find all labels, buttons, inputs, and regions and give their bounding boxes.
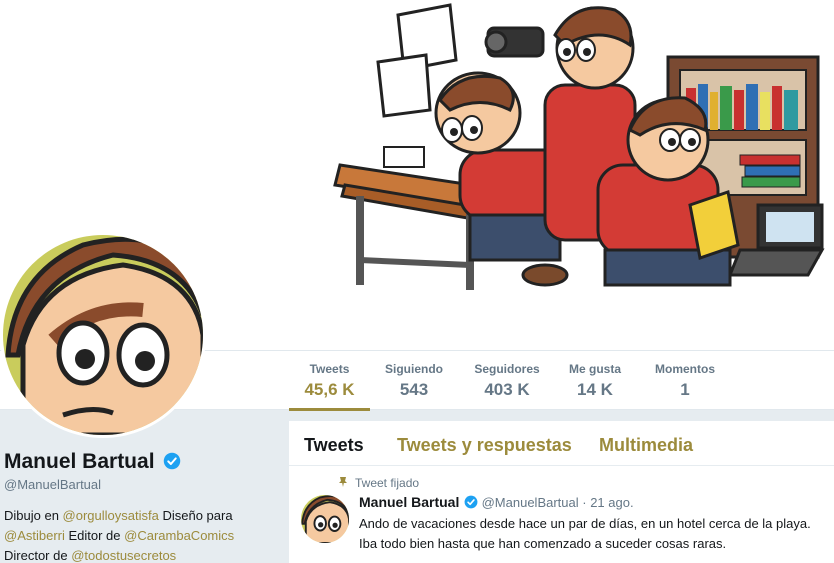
stat-label: Seguidores — [474, 362, 540, 376]
stat-label: Me gusta — [568, 362, 621, 376]
stat-moments[interactable]: Momentos 1 — [648, 361, 722, 411]
stat-label: Siguiendo — [385, 362, 443, 376]
stat-value: 403 K — [484, 380, 530, 399]
stat-value: 45,6 K — [304, 380, 355, 399]
profile-handle[interactable]: @ManuelBartual — [4, 477, 101, 492]
stat-following[interactable]: Siguiendo 543 — [380, 361, 448, 411]
avatar-image — [3, 235, 203, 435]
stat-likes[interactable]: Me gusta 14 K — [562, 361, 628, 411]
bio-link[interactable]: @todostusecretos — [71, 548, 176, 563]
stat-value: 14 K — [577, 380, 613, 399]
tab-tweets-replies[interactable]: Tweets y respuestas — [397, 435, 572, 456]
stat-value: 543 — [399, 380, 429, 399]
bio-link[interactable]: @orgulloysatisfa — [63, 508, 159, 523]
tweet-author-handle[interactable]: @ManuelBartual — [482, 495, 579, 510]
pinned-text: Tweet fijado — [355, 476, 420, 490]
profile-avatar[interactable] — [0, 232, 206, 438]
bio-link[interactable]: @Astiberri — [4, 528, 65, 543]
timeline: Tweets Tweets y respuestas Multimedia Tw… — [289, 421, 834, 563]
tab-tweets[interactable]: Tweets — [304, 435, 364, 456]
profile-bio: Dibujo en @orgulloysatisfa Diseño para @… — [4, 506, 284, 563]
tweet-text: Ando de vacaciones desde hace un par de … — [359, 514, 834, 554]
bio-text: Editor de — [64, 528, 125, 543]
verified-badge-icon — [464, 495, 478, 509]
stat-label: Momentos — [655, 362, 715, 376]
profile-name[interactable]: Manuel Bartual — [4, 450, 155, 473]
bio-text: Director de — [4, 548, 72, 563]
stat-value: 1 — [680, 380, 690, 399]
profile-name-row: Manuel Bartual — [4, 450, 181, 474]
stat-tweets[interactable]: Tweets 45,6 K — [289, 361, 370, 411]
stat-label: Tweets — [309, 362, 350, 376]
tweet-date[interactable]: · 21 ago. — [582, 495, 633, 510]
bio-text: Dibujo en — [4, 508, 63, 523]
stat-followers[interactable]: Seguidores 403 K — [470, 361, 544, 411]
tweet-header: Manuel Bartual @ManuelBartual · 21 ago. — [359, 494, 634, 510]
bio-link[interactable]: @CarambaComics — [124, 528, 234, 543]
tweet-author-avatar[interactable] — [301, 495, 349, 543]
tweet-author-name[interactable]: Manuel Bartual — [359, 494, 459, 510]
tab-media[interactable]: Multimedia — [599, 435, 693, 456]
pin-icon — [339, 477, 347, 487]
avatar-image — [301, 495, 349, 543]
tweet-text-line: Ando de vacaciones desde hace un par de … — [359, 516, 811, 531]
bio-text: Diseño para — [158, 508, 233, 523]
tweet-text-line: Iba todo bien hasta que han comenzado a … — [359, 536, 727, 551]
pinned-tweet-label: Tweet fijado — [337, 476, 419, 490]
timeline-tabs: Tweets Tweets y respuestas Multimedia — [289, 421, 834, 466]
verified-badge-icon — [164, 452, 181, 470]
